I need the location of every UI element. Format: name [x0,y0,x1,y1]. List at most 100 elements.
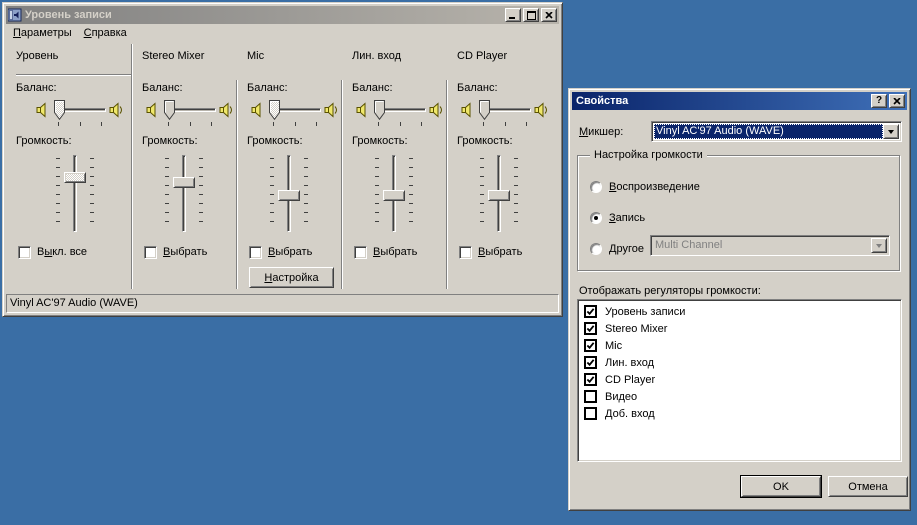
column-title: Лин. вход [352,50,447,64]
mixer-column: CD Player Баланс: Громкость: [447,42,573,291]
select-checkbox[interactable] [144,246,157,259]
balance-slider-track-area[interactable] [374,98,426,122]
balance-slider-track-area[interactable] [164,98,216,122]
minimize-button[interactable] [505,8,521,22]
volume-slider[interactable] [162,151,206,236]
volume-label: Громкость: [247,135,342,149]
list-item-label: Mic [605,340,622,352]
cancel-button[interactable]: Отмена [828,476,908,497]
balance-slider-track-area[interactable] [54,98,106,122]
balance-slider-thumb[interactable] [269,100,280,120]
speaker-loud-icon [219,102,235,118]
chevron-down-icon [871,238,887,253]
radio-button[interactable] [590,212,602,224]
ok-button[interactable]: OK [741,476,821,497]
properties-titlebar[interactable]: Свойства ? [572,92,907,110]
maximize-button[interactable] [523,8,539,22]
checked-checkbox[interactable] [584,305,597,318]
volume-ticks-right [199,158,203,222]
window-title: Уровень записи [25,9,505,21]
radio-button[interactable] [590,181,602,193]
header-rule [457,74,573,76]
volume-slider[interactable] [372,151,416,236]
status-bar: Vinyl AC'97 Audio (WAVE) [6,294,559,313]
list-item[interactable]: Лин. вход [578,354,901,371]
volume-ticks-left [165,158,169,222]
select-checkbox[interactable] [354,246,367,259]
volume-slider-thumb[interactable] [488,190,510,201]
volume-slider-thumb[interactable] [383,190,405,201]
list-item[interactable]: Видео [578,388,901,405]
volume-label: Громкость: [457,135,573,149]
volume-slider[interactable] [267,151,311,236]
list-item[interactable]: Уровень записи [578,303,901,320]
volume-slider-thumb[interactable] [278,190,300,201]
volume-control-icon [8,8,22,22]
menu-item[interactable]: Параметры [7,25,78,41]
chevron-down-icon[interactable] [883,124,899,139]
other-combobox: Multi Channel [650,235,890,256]
checked-checkbox[interactable] [584,356,597,369]
volume-slider[interactable] [53,151,97,236]
balance-ticks [164,122,216,126]
dialog-controls: ? [871,94,905,108]
help-icon[interactable]: ? [871,94,887,108]
balance-slider-thumb[interactable] [164,100,175,120]
select-checkbox-row: Выбрать [459,245,573,259]
balance-slider-track-area[interactable] [479,98,531,122]
volume-controls-list[interactable]: Уровень записи Stereo Mixer Mic Лин. вхо… [577,299,902,462]
list-item-label: Доб. вход [605,408,655,420]
dialog-title: Свойства [576,95,871,107]
mixer-titlebar[interactable]: Уровень записи [6,6,559,24]
mixer-column: Лин. вход Баланс: Громкость: [342,42,447,291]
unchecked-checkbox[interactable] [584,390,597,403]
checked-checkbox[interactable] [584,339,597,352]
advanced-button[interactable]: Настройка [249,267,334,288]
list-item[interactable]: CD Player [578,371,901,388]
select-checkbox-label: Выбрать [268,246,312,258]
close-icon[interactable] [541,8,557,22]
volume-ticks-right [409,158,413,222]
balance-slider-thumb[interactable] [54,100,65,120]
list-item-label: Stereo Mixer [605,323,667,335]
list-item[interactable]: Доб. вход [578,405,901,422]
checked-checkbox[interactable] [584,373,597,386]
speaker-quiet-icon [461,102,476,118]
speaker-quiet-icon [146,102,161,118]
select-checkbox[interactable] [18,246,31,259]
volume-slider-thumb[interactable] [64,172,86,183]
radio-button[interactable] [590,243,602,255]
balance-slider-track-area[interactable] [269,98,321,122]
balance-slider-thumb[interactable] [479,100,490,120]
radio-option-row: Запись [590,211,645,225]
volume-slider-thumb[interactable] [173,177,195,188]
other-combobox-value: Multi Channel [653,238,871,253]
list-item[interactable]: Mic [578,337,901,354]
list-item-label: Видео [605,391,637,403]
select-checkbox[interactable] [249,246,262,259]
mixer-device-label: Микшер: [579,126,623,138]
select-checkbox-row: Выбрать [249,245,342,259]
volume-track[interactable] [73,155,77,232]
close-icon[interactable] [889,94,905,108]
mixer-device-value: Vinyl AC'97 Audio (WAVE) [654,124,883,139]
balance-slider-thumb[interactable] [374,100,385,120]
speaker-quiet-icon [356,102,371,118]
radio-label: Запись [609,212,645,224]
window-controls [505,8,557,22]
checked-checkbox[interactable] [584,322,597,335]
mixer-device-combobox[interactable]: Vinyl AC'97 Audio (WAVE) [651,121,902,142]
volume-label: Громкость: [142,135,237,149]
select-checkbox-row: Выбрать [144,245,237,259]
volume-slider[interactable] [477,151,521,236]
select-checkbox-label: Выбрать [163,246,207,258]
unchecked-checkbox[interactable] [584,407,597,420]
column-title: Уровень [16,50,132,64]
select-checkbox[interactable] [459,246,472,259]
volume-ticks-right [90,158,94,222]
menu-item[interactable]: Справка [78,25,133,41]
list-item-label: Лин. вход [605,357,654,369]
list-item[interactable]: Stereo Mixer [578,320,901,337]
volume-track[interactable] [182,155,186,232]
mixer-columns: Уровень Баланс: Громкость: [6,42,559,291]
